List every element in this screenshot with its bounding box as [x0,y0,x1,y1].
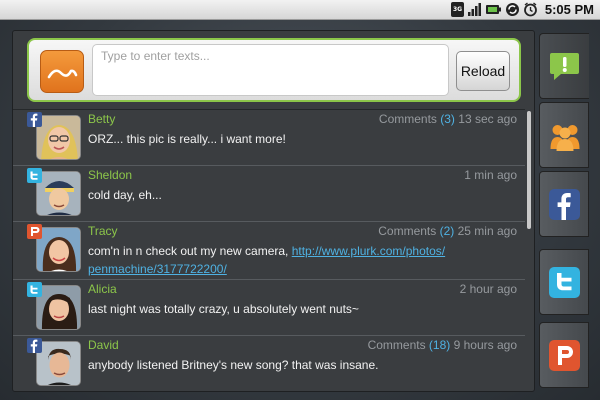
twitter-icon [549,267,580,298]
feed-item[interactable]: Betty Comments (3) 13 sec ago ORZ... thi… [13,110,525,166]
twitter-icon [27,168,42,183]
status-icons: 3G [451,2,538,17]
tab-notifications[interactable] [539,33,589,99]
post-time: 1 min ago [464,168,517,182]
comment-count[interactable]: (18) [429,338,450,352]
post-time: 25 min ago [457,224,517,238]
friends-group-icon [550,125,580,151]
post-meta: 1 min ago [464,168,517,182]
reload-button[interactable]: Reload [456,51,510,91]
avatar[interactable] [36,227,81,272]
post-text: last night was totally crazy, u absolute… [88,302,359,316]
post-meta: Comments (2) 25 min ago [378,224,517,238]
exclamation-bubble-icon [550,53,579,80]
sync-icon [506,3,519,16]
author-name[interactable]: David [88,338,119,352]
feed-item[interactable]: Tracy Comments (2) 25 min ago com'n in n… [13,222,525,280]
comments-label[interactable]: Comments [368,338,426,352]
tab-plurk[interactable] [539,322,589,388]
post-text: ORZ... this pic is really... i want more… [88,132,286,146]
app-logo-icon[interactable] [40,50,84,93]
tab-twitter[interactable] [539,249,589,315]
avatar[interactable] [36,341,81,386]
author-name[interactable]: Sheldon [88,168,132,182]
facebook-icon [27,112,42,127]
post-time: 2 hour ago [459,282,517,296]
composer: Reload [27,38,521,102]
post-meta: 2 hour ago [460,282,517,296]
facebook-icon [549,189,580,220]
status-time: 5:05 PM [544,2,594,17]
plurk-icon [549,340,580,371]
post-text: anybody listened Britney's new song? tha… [88,358,379,372]
main-panel: Reload Betty Comments [12,30,535,392]
post-text-body: com'n in n check out my new camera, [88,244,292,258]
network-3g-icon: 3G [451,2,464,17]
signal-icon [468,3,481,16]
alarm-clock-icon [524,2,537,17]
battery-icon [486,5,501,14]
feed-item[interactable]: David Comments (18) 9 hours ago anybody … [13,336,525,391]
plurk-icon [27,224,42,239]
post-meta: Comments (18) 9 hours ago [368,338,517,352]
tab-friends[interactable] [539,102,589,168]
post-text: com'n in n check out my new camera, http… [88,242,488,278]
comments-label[interactable]: Comments [378,224,436,238]
feed-scrollbar[interactable] [527,111,531,229]
feed-item[interactable]: Sheldon 1 min ago cold day, eh... [13,166,525,222]
facebook-icon [27,338,42,353]
post-meta: Comments (3) 13 sec ago [379,112,517,126]
comments-label[interactable]: Comments [379,112,437,126]
comment-count[interactable]: (3) [440,112,455,126]
avatar[interactable] [36,115,81,160]
tab-facebook[interactable] [539,171,589,237]
author-name[interactable]: Tracy [88,224,118,238]
avatar[interactable] [36,285,81,330]
feed-item[interactable]: Alicia 2 hour ago last night was totally… [13,280,525,336]
status-input[interactable] [92,44,449,96]
post-text: cold day, eh... [88,188,162,202]
network-label: 3G [452,6,463,13]
post-time: 9 hours ago [453,338,517,352]
author-name[interactable]: Alicia [88,282,117,296]
author-name[interactable]: Betty [88,112,115,126]
post-time: 13 sec ago [458,112,517,126]
status-bar: 3G 5:05 PM [0,0,600,20]
avatar[interactable] [36,171,81,216]
comment-count[interactable]: (2) [440,224,455,238]
twitter-icon [27,282,42,297]
feed-list[interactable]: Betty Comments (3) 13 sec ago ORZ... thi… [13,109,525,391]
